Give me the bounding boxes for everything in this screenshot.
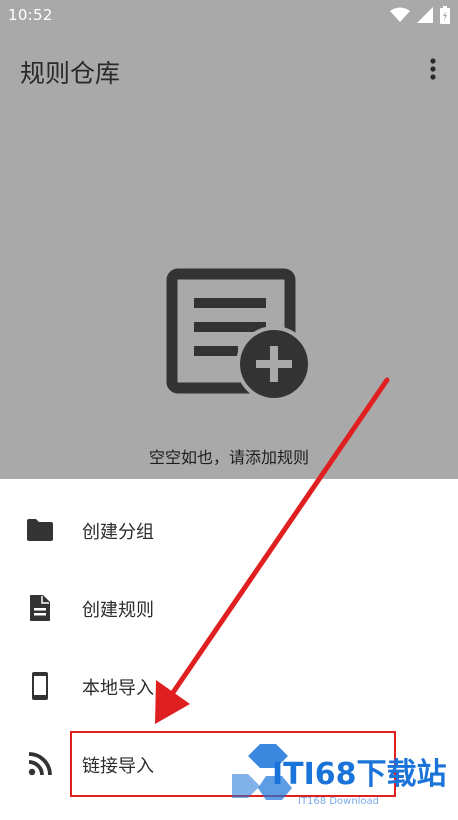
signal-icon (417, 7, 433, 23)
more-vert-icon[interactable] (418, 54, 448, 84)
battery-icon (440, 6, 450, 24)
folder-icon (27, 519, 53, 541)
watermark-brand: ITI68下载站 (272, 757, 447, 792)
watermark-logo: ITI68下载站 IT168 Download (232, 744, 447, 807)
local-import-label: 本地导入 (82, 678, 154, 699)
create-rule-item[interactable]: 创建规则 (0, 570, 458, 648)
create-group-item[interactable]: 创建分组 (0, 492, 458, 570)
local-import-item[interactable]: 本地导入 (0, 648, 458, 726)
app-bar: 规则仓库 (0, 40, 458, 100)
create-group-label: 创建分组 (82, 522, 154, 543)
rss-icon (28, 752, 52, 776)
dimmed-main-screen[interactable]: 10:52 规则仓库 空空如也，请添加规则 (0, 0, 458, 479)
status-time: 10:52 (8, 6, 53, 24)
phone-icon (32, 672, 48, 700)
create-rule-label: 创建规则 (82, 600, 154, 621)
watermark-sub: IT168 Download (298, 796, 379, 807)
wifi-icon (390, 7, 410, 22)
add-list-icon (166, 268, 312, 400)
empty-state-message: 空空如也，请添加规则 (148, 448, 309, 467)
file-icon (30, 595, 50, 621)
status-bar: 10:52 (0, 0, 458, 30)
page-title: 规则仓库 (20, 59, 121, 88)
